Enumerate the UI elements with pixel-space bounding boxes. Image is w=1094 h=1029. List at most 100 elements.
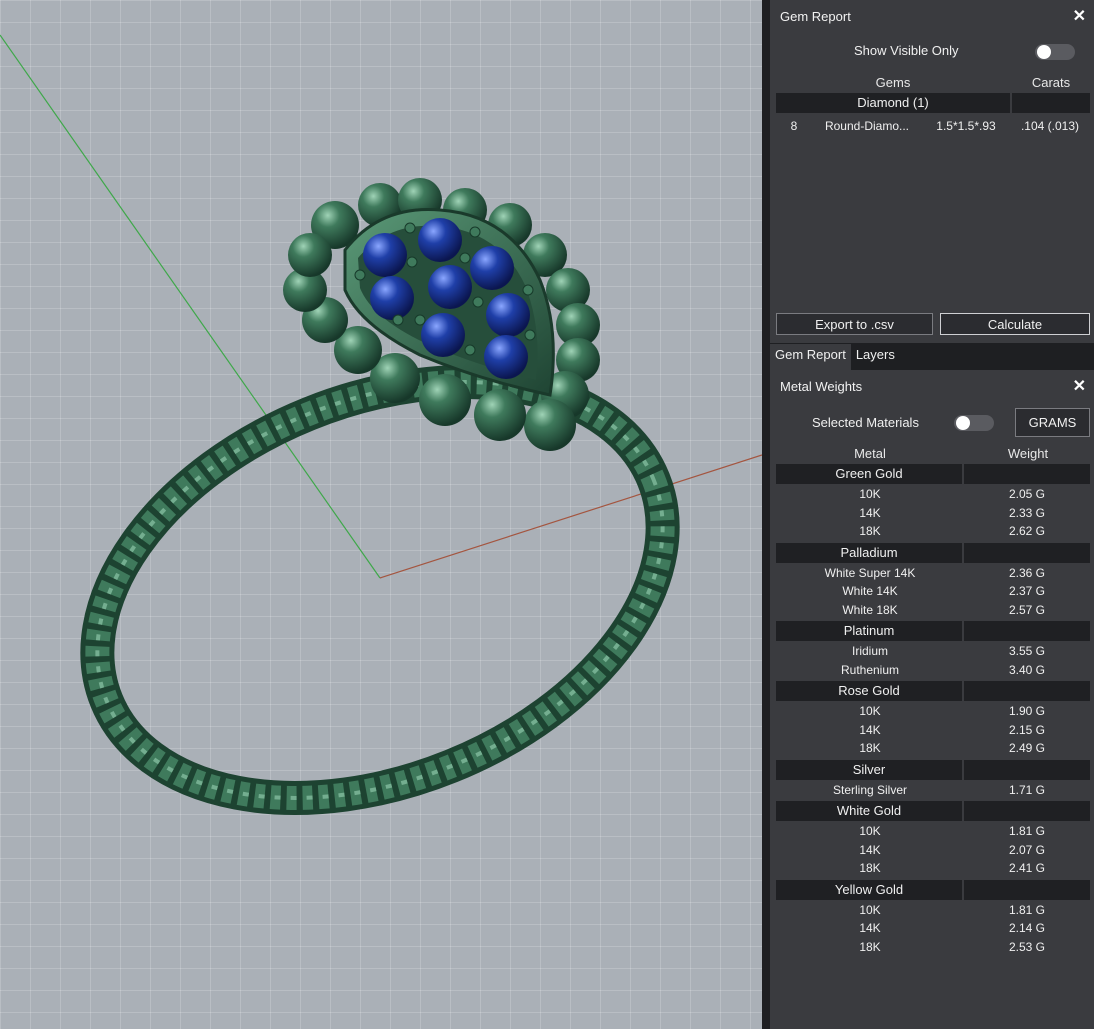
metal-row[interactable]: 10K 2.05 G: [776, 485, 1090, 504]
3d-viewport[interactable]: [0, 0, 762, 1029]
metal-row[interactable]: 10K 1.81 G: [776, 901, 1090, 920]
metal-name: White 14K: [842, 584, 898, 598]
metal-name: 14K: [859, 921, 881, 935]
metal-row[interactable]: White 18K 2.57 G: [776, 601, 1090, 620]
calculate-button[interactable]: Calculate: [940, 313, 1090, 335]
metal-column-header[interactable]: Metal: [776, 446, 964, 461]
metal-group-name: White Gold: [776, 801, 962, 821]
metal-row[interactable]: Ruthenium 3.40 G: [776, 661, 1090, 680]
metal-row[interactable]: 18K 2.62 G: [776, 522, 1090, 541]
metal-name: 18K: [859, 741, 881, 755]
metal-weight: 2.05 G: [1008, 487, 1046, 501]
metal-weight: 3.55 G: [1008, 644, 1046, 658]
metal-row[interactable]: 14K 2.07 G: [776, 841, 1090, 860]
metal-group-name: Rose Gold: [776, 681, 962, 701]
metal-group-name: Palladium: [776, 542, 962, 563]
carats-column-header[interactable]: Carats: [1012, 75, 1090, 90]
metal-name: 10K: [859, 704, 881, 718]
metal-name: 14K: [859, 505, 881, 520]
metal-name: White 18K: [842, 602, 898, 617]
metal-name: 10K: [859, 824, 881, 838]
metal-name: Iridium: [851, 644, 888, 658]
metal-name: 14K: [859, 842, 881, 857]
metal-weight: 1.71 G: [1008, 782, 1046, 797]
metal-row[interactable]: 18K 2.53 G: [776, 938, 1090, 957]
close-icon[interactable]: ✕: [1073, 376, 1086, 396]
metal-weight: 2.49 G: [1008, 741, 1046, 755]
metal-weight: 1.81 G: [1008, 902, 1046, 917]
gem-count: 8: [790, 119, 798, 133]
metal-name: 18K: [859, 861, 881, 875]
metal-weight: 2.41 G: [1008, 861, 1046, 875]
metal-name: 10K: [859, 902, 881, 917]
tab-layers[interactable]: Layers: [851, 344, 900, 370]
gem-carats: .104 (.013): [1020, 119, 1080, 133]
gem-report-title: Gem Report: [780, 9, 851, 24]
metal-row[interactable]: 18K 2.49 G: [776, 739, 1090, 758]
metal-row[interactable]: White 14K 2.37 G: [776, 582, 1090, 601]
metal-row[interactable]: 10K 1.81 G: [776, 822, 1090, 841]
metal-group-row[interactable]: Silver: [776, 759, 1090, 780]
metal-row[interactable]: 14K 2.33 G: [776, 504, 1090, 523]
metal-name: 18K: [859, 939, 881, 954]
metal-weight: 3.40 G: [1008, 662, 1046, 677]
show-visible-only-row: Show Visible Only: [854, 43, 959, 58]
metal-group-row[interactable]: Yellow Gold: [776, 879, 1090, 900]
metal-group-row[interactable]: Platinum: [776, 621, 1090, 641]
metal-name: Ruthenium: [840, 662, 900, 677]
metal-name: Sterling Silver: [832, 782, 908, 797]
metal-name: 10K: [859, 487, 881, 501]
metal-weight: 2.15 G: [1008, 722, 1046, 737]
metal-group-name: Silver: [776, 759, 962, 780]
metal-row[interactable]: 10K 1.90 G: [776, 702, 1090, 721]
close-icon[interactable]: ✕: [1073, 6, 1086, 26]
x-axis-line: [379, 454, 762, 579]
metal-row[interactable]: 18K 2.41 G: [776, 859, 1090, 878]
metal-name: 14K: [859, 722, 881, 737]
metal-name: White Super 14K: [824, 565, 916, 580]
metal-row[interactable]: Iridium 3.55 G: [776, 642, 1090, 661]
panel-tabs: Gem Report Layers: [770, 343, 1094, 370]
ring-model: [0, 34, 762, 815]
metal-row[interactable]: White Super 14K 2.36 G: [776, 564, 1090, 583]
metal-weight: 2.14 G: [1008, 921, 1046, 935]
metal-name: 18K: [859, 524, 881, 538]
metal-row[interactable]: Sterling Silver 1.71 G: [776, 781, 1090, 800]
gem-row[interactable]: 8 Round-Diamo... 1.5*1.5*.93 .104 (.013): [776, 117, 1090, 136]
metal-weight: 2.37 G: [1008, 584, 1046, 598]
metal-weight: 2.07 G: [1008, 842, 1046, 857]
gem-size: 1.5*1.5*.93: [936, 119, 996, 133]
metal-group-name: Green Gold: [776, 464, 962, 484]
gem-shape: Round-Diamo...: [824, 119, 910, 133]
metal-group-row[interactable]: Palladium: [776, 542, 1090, 563]
metal-group-name: Platinum: [776, 621, 962, 641]
tab-gem-report[interactable]: Gem Report: [770, 344, 851, 370]
export-csv-button[interactable]: Export to .csv: [776, 313, 933, 335]
metal-weight: 1.81 G: [1008, 824, 1046, 838]
panel-divider[interactable]: [762, 0, 770, 1029]
metal-row[interactable]: 14K 2.15 G: [776, 721, 1090, 740]
selected-materials-label: Selected Materials: [812, 415, 919, 430]
metal-row[interactable]: 14K 2.14 G: [776, 919, 1090, 938]
metal-weights-panel: Metal Weights ✕ Selected Materials GRAMS…: [770, 370, 1094, 1029]
selected-materials-row: Selected Materials: [812, 415, 919, 430]
metal-weight: 2.62 G: [1008, 524, 1046, 538]
diamond-group-row[interactable]: Diamond (1): [776, 93, 1090, 113]
metal-weight: 1.90 G: [1008, 704, 1046, 718]
show-visible-only-toggle[interactable]: [1035, 44, 1075, 60]
metal-weight: 2.57 G: [1008, 602, 1046, 617]
gems-column-header[interactable]: Gems: [776, 75, 1010, 90]
gem-report-panel: Gem Report ✕ Show Visible Only Gems Cara…: [770, 0, 1094, 343]
show-visible-only-label: Show Visible Only: [854, 43, 959, 58]
metal-group-row[interactable]: Green Gold: [776, 464, 1090, 484]
weight-column-header[interactable]: Weight: [966, 446, 1090, 461]
metal-group-name: Yellow Gold: [776, 879, 962, 900]
metal-group-row[interactable]: White Gold: [776, 801, 1090, 821]
metal-weight: 2.36 G: [1008, 565, 1046, 580]
metal-weights-title: Metal Weights: [780, 379, 863, 394]
metal-weight: 2.33 G: [1008, 505, 1046, 520]
grams-units-button[interactable]: GRAMS: [1015, 408, 1090, 437]
metal-group-row[interactable]: Rose Gold: [776, 681, 1090, 701]
selected-materials-toggle[interactable]: [954, 415, 994, 431]
metal-weight: 2.53 G: [1008, 939, 1046, 954]
